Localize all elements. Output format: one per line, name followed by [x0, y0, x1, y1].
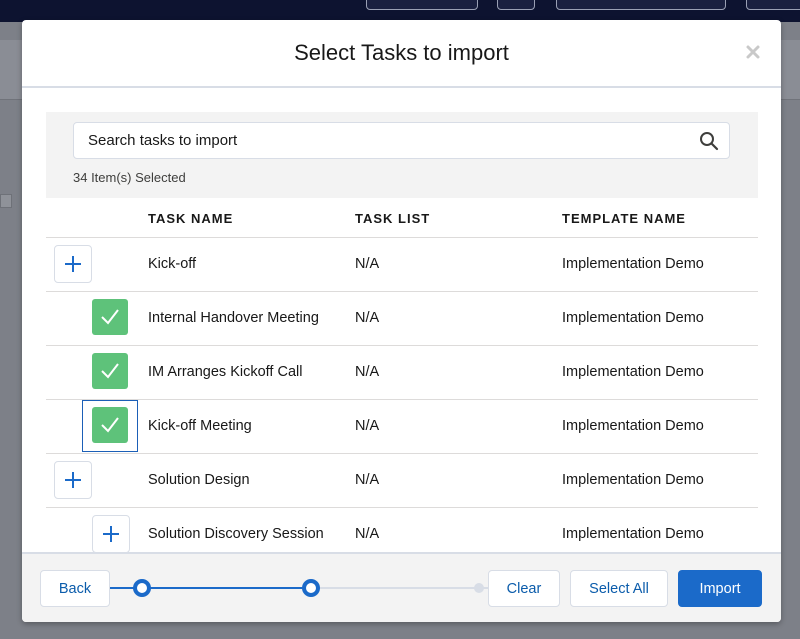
column-header-template-name[interactable]: TEMPLATE NAME: [562, 211, 686, 226]
column-header-task-list[interactable]: TASK LIST: [355, 211, 430, 226]
plus-icon: [65, 472, 81, 488]
search-box: [73, 122, 730, 159]
row-checkbox-checked[interactable]: [92, 353, 128, 389]
background-button: [366, 0, 478, 10]
row-checkbox-checked[interactable]: [92, 299, 128, 335]
search-area: 34 Item(s) Selected: [46, 112, 758, 198]
checkmark-icon: [101, 309, 119, 325]
task-list-cell: N/A: [355, 256, 380, 272]
background-button: [746, 0, 800, 10]
expand-row-button[interactable]: [54, 461, 92, 499]
plus-icon: [65, 256, 81, 272]
template-name-cell: Implementation Demo: [562, 472, 704, 488]
modal-header: Select Tasks to import: [22, 20, 781, 88]
expand-row-button[interactable]: [54, 245, 92, 283]
select-all-button[interactable]: Select All: [570, 570, 668, 607]
task-name-cell: Kick-off Meeting: [148, 418, 252, 434]
back-button[interactable]: Back: [40, 570, 110, 607]
task-list-cell: N/A: [355, 526, 380, 542]
modal-footer: Back Clear Select All Import: [22, 552, 781, 622]
table-header: TASK NAME TASK LIST TEMPLATE NAME: [46, 198, 758, 238]
template-name-cell: Implementation Demo: [562, 526, 704, 542]
checkmark-icon: [101, 363, 119, 379]
close-icon[interactable]: [745, 44, 761, 60]
clear-button[interactable]: Clear: [488, 570, 560, 607]
background-top-bar: [0, 0, 800, 22]
task-name-cell: IM Arranges Kickoff Call: [148, 364, 303, 380]
import-button[interactable]: Import: [678, 570, 762, 607]
task-name-cell: Solution Design: [148, 472, 250, 488]
tasks-table: TASK NAME TASK LIST TEMPLATE NAME Kick-o…: [46, 198, 758, 562]
search-input[interactable]: [88, 123, 678, 158]
task-name-cell: Kick-off: [148, 256, 197, 272]
column-header-task-name[interactable]: TASK NAME: [148, 211, 233, 226]
progress-step-1[interactable]: [133, 579, 151, 597]
checkmark-icon: [101, 417, 119, 433]
modal-body: 34 Item(s) Selected TASK NAME TASK LIST …: [22, 90, 781, 553]
background-button: [497, 0, 535, 10]
task-list-cell: N/A: [355, 418, 380, 434]
row-checkbox-checked[interactable]: [92, 407, 128, 443]
search-icon[interactable]: [699, 131, 719, 151]
modal-title: Select Tasks to import: [294, 40, 509, 65]
select-tasks-modal: Select Tasks to import 34 Item(s) Select…: [22, 20, 781, 622]
task-name-cell: Solution Discovery Session: [148, 526, 324, 542]
background-dropdown: [0, 194, 12, 208]
template-name-cell: Implementation Demo: [562, 256, 704, 272]
plus-icon: [103, 526, 119, 542]
table-row: Kick-off Meeting N/A Implementation Demo: [46, 400, 758, 454]
table-row: Solution Design N/A Implementation Demo: [46, 454, 758, 508]
task-list-cell: N/A: [355, 472, 380, 488]
progress-step-2[interactable]: [302, 579, 320, 597]
background-button: [556, 0, 726, 10]
task-list-cell: N/A: [355, 310, 380, 326]
progress-step-3[interactable]: [474, 583, 484, 593]
table-row: Kick-off N/A Implementation Demo: [46, 238, 758, 292]
selected-count: 34 Item(s) Selected: [73, 170, 186, 185]
table-row: IM Arranges Kickoff Call N/A Implementat…: [46, 346, 758, 400]
template-name-cell: Implementation Demo: [562, 310, 704, 326]
add-task-button[interactable]: [92, 515, 130, 553]
table-row: Internal Handover Meeting N/A Implementa…: [46, 292, 758, 346]
template-name-cell: Implementation Demo: [562, 418, 704, 434]
template-name-cell: Implementation Demo: [562, 364, 704, 380]
task-name-cell: Internal Handover Meeting: [148, 310, 319, 326]
task-list-cell: N/A: [355, 364, 380, 380]
